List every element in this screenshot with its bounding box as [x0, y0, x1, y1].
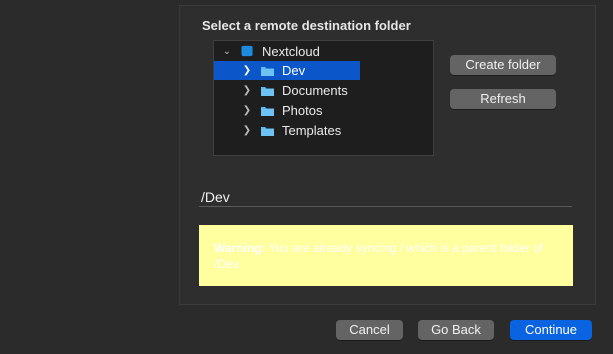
refresh-button[interactable]: Refresh — [450, 89, 556, 109]
warning-message: Warning: You are already syncing / which… — [199, 225, 573, 286]
chevron-right-icon[interactable]: ❯ — [242, 61, 252, 80]
warning-label: Warning: — [214, 241, 266, 255]
chevron-right-icon[interactable]: ❯ — [242, 121, 252, 140]
chevron-right-icon[interactable]: ❯ — [242, 81, 252, 100]
chevron-right-icon[interactable]: ❯ — [242, 101, 252, 120]
tree-item-nextcloud[interactable]: ⌄ Nextcloud — [214, 42, 433, 61]
tree-item-label: Nextcloud — [262, 44, 320, 59]
create-folder-button[interactable]: Create folder — [450, 55, 556, 75]
tree-item-label: Dev — [282, 63, 306, 78]
folder-tree[interactable]: ⌄ Nextcloud ❯ Dev ❯ Documents ❯ Photos ❯… — [213, 40, 434, 156]
tree-item-label: Templates — [282, 123, 342, 138]
go-back-button[interactable]: Go Back — [418, 320, 494, 340]
chevron-down-icon[interactable]: ⌄ — [222, 42, 232, 61]
path-input[interactable]: /Dev — [199, 188, 572, 207]
tree-item-label: Photos — [282, 103, 323, 118]
tree-item-templates[interactable]: ❯ Templates — [214, 121, 433, 140]
tree-item-dev[interactable]: ❯ Dev — [214, 61, 360, 80]
dialog-title: Select a remote destination folder — [202, 18, 411, 33]
folder-icon — [261, 107, 274, 116]
cancel-button[interactable]: Cancel — [336, 320, 403, 340]
folder-icon — [261, 87, 274, 96]
tree-item-label: Documents — [282, 83, 348, 98]
tree-item-photos[interactable]: ❯ Photos — [214, 101, 433, 120]
nextcloud-folder-icon — [241, 45, 253, 57]
continue-button[interactable]: Continue — [510, 320, 592, 340]
folder-icon — [261, 67, 274, 76]
folder-icon — [261, 127, 274, 136]
tree-item-documents[interactable]: ❯ Documents — [214, 81, 433, 100]
